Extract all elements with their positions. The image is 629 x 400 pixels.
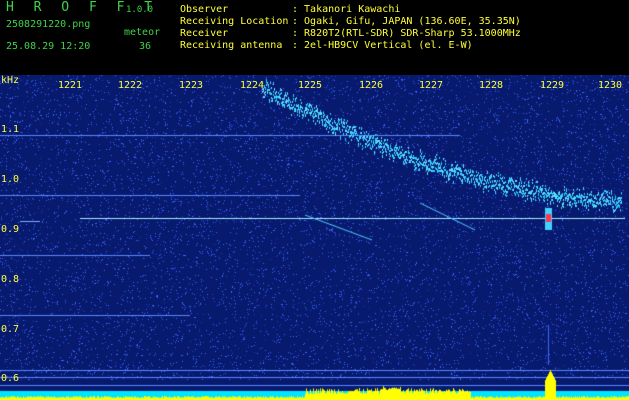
date-time: 25.08.29 12:20 — [6, 41, 91, 52]
y-tick-label: 0.6 — [1, 373, 20, 384]
meteor-count: 36 — [139, 41, 152, 52]
info-label-location: Receiving Location — [180, 16, 289, 27]
info-label-receiver: Receiver — [180, 28, 229, 39]
file-name: 2508291220.png — [6, 19, 91, 30]
x-tick-label: 1227 — [419, 80, 444, 91]
x-tick-label: 1226 — [359, 80, 384, 91]
x-tick-label: 1223 — [179, 80, 204, 91]
app-version: 1.0.0 — [126, 5, 154, 15]
x-tick-label: 1225 — [298, 80, 323, 91]
x-tick-label: 1221 — [58, 80, 83, 91]
x-tick-label: 1224 — [240, 80, 265, 91]
x-tick-label: 1222 — [118, 80, 143, 91]
header-panel: H R O F F T 1.0.0 2508291220.png meteor … — [0, 0, 629, 75]
x-tick-label: 1230 — [598, 80, 623, 91]
y-tick-label: 0.9 — [1, 224, 20, 235]
y-tick-label: 1.0 — [1, 174, 20, 185]
y-unit-label: kHz — [1, 75, 20, 86]
y-tick-label: 0.8 — [1, 274, 20, 285]
meteor-label: meteor — [124, 27, 161, 38]
x-tick-label: 1228 — [479, 80, 504, 91]
x-tick-label: 1229 — [540, 80, 565, 91]
info-value-receiver: : R820T2(RTL-SDR) SDR-Sharp 53.1000MHz — [292, 28, 521, 39]
info-value-observer: : Takanori Kawachi — [292, 4, 401, 15]
info-label-observer: Observer — [180, 4, 229, 15]
y-tick-label: 1.1 — [1, 124, 20, 135]
spectrogram-canvas — [0, 75, 629, 400]
info-value-location: : Ogaki, Gifu, JAPAN (136.60E, 35.35N) — [292, 16, 521, 27]
info-value-antenna: : 2el-HB9CV Vertical (el. E-W) — [292, 40, 473, 51]
y-tick-label: 0.7 — [1, 324, 20, 335]
info-label-antenna: Receiving antenna — [180, 40, 283, 51]
